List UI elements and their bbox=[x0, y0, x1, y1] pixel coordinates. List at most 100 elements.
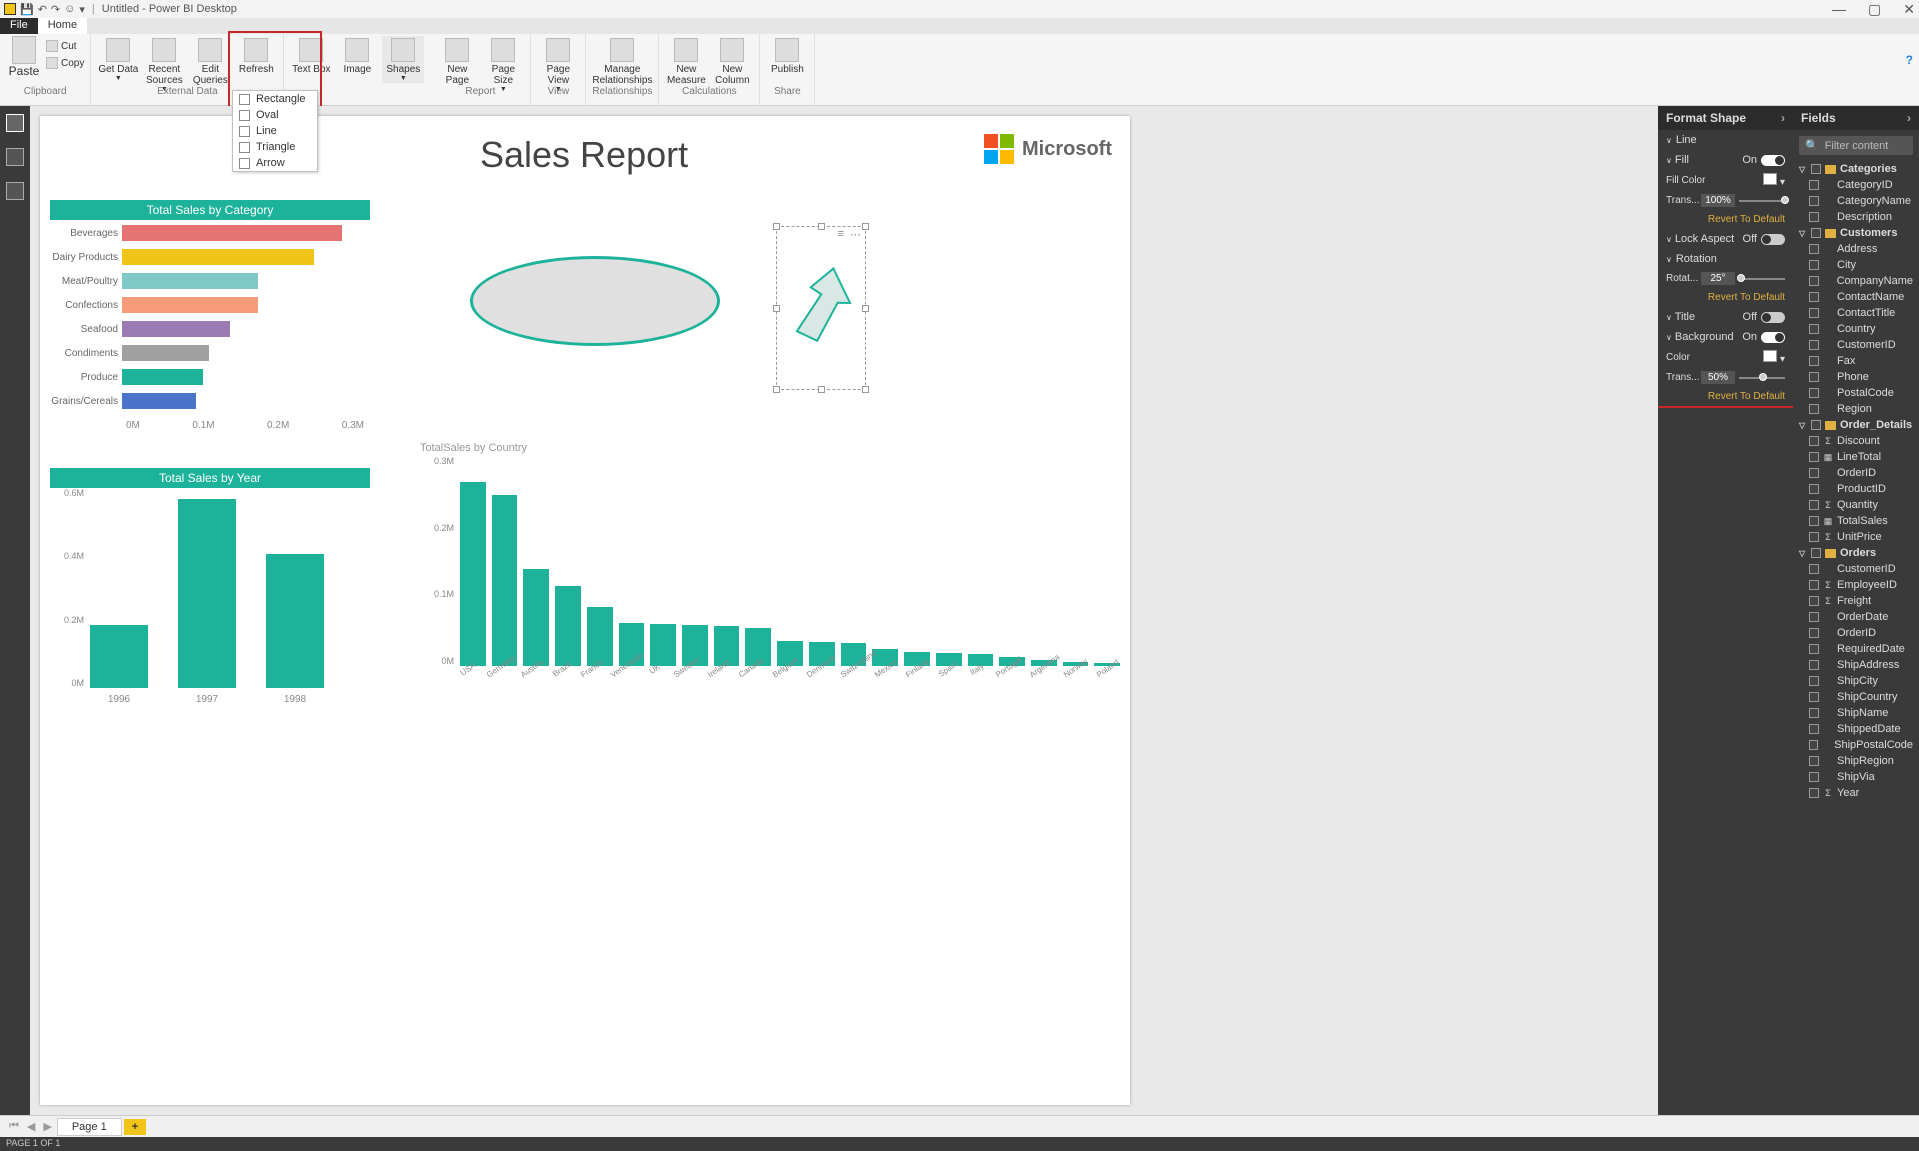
help-icon[interactable]: ? bbox=[1906, 53, 1913, 67]
field-customerid[interactable]: CustomerID bbox=[1793, 337, 1919, 353]
field-shipcountry[interactable]: ShipCountry bbox=[1793, 689, 1919, 705]
table-orders[interactable]: ▽Orders bbox=[1793, 545, 1919, 561]
new-measure-button[interactable]: New Measure bbox=[665, 36, 707, 86]
report-view-icon[interactable] bbox=[6, 114, 24, 132]
field-shipvia[interactable]: ShipVia bbox=[1793, 769, 1919, 785]
revert-fill[interactable]: Revert To Default bbox=[1658, 210, 1793, 229]
maximize-button[interactable]: ▢ bbox=[1868, 1, 1881, 18]
table-categories[interactable]: ▽Categories bbox=[1793, 161, 1919, 177]
manage-relationships-button[interactable]: Manage Relationships bbox=[593, 36, 651, 86]
get-data-button[interactable]: Get Data▼ bbox=[97, 36, 139, 83]
field-unitprice[interactable]: ΣUnitPrice bbox=[1793, 529, 1919, 545]
selected-arrow-shape[interactable]: ≡ ⋯ bbox=[776, 226, 866, 390]
bg-trans-input[interactable] bbox=[1701, 371, 1735, 384]
field-address[interactable]: Address bbox=[1793, 241, 1919, 257]
field-companyname[interactable]: CompanyName bbox=[1793, 273, 1919, 289]
shape-option-arrow[interactable]: Arrow bbox=[233, 155, 317, 171]
page-prev-icon[interactable]: ◀ bbox=[24, 1120, 38, 1133]
data-view-icon[interactable] bbox=[6, 148, 24, 166]
lock-aspect-section[interactable]: ∨ Lock AspectOff bbox=[1658, 229, 1793, 249]
shapes-button[interactable]: Shapes▼ bbox=[382, 36, 424, 83]
fields-header[interactable]: Fields› bbox=[1793, 106, 1919, 130]
qat-smiley-icon[interactable]: ☺ bbox=[64, 3, 75, 15]
field-phone[interactable]: Phone bbox=[1793, 369, 1919, 385]
new-page-button[interactable]: New Page bbox=[436, 36, 478, 86]
field-categoryid[interactable]: CategoryID bbox=[1793, 177, 1919, 193]
fill-color-swatch[interactable] bbox=[1763, 173, 1777, 185]
trans-input[interactable] bbox=[1701, 194, 1735, 207]
shape-option-triangle[interactable]: Triangle bbox=[233, 139, 317, 155]
minimize-button[interactable]: — bbox=[1832, 1, 1846, 18]
field-totalsales[interactable]: ▦TotalSales bbox=[1793, 513, 1919, 529]
field-orderdate[interactable]: OrderDate bbox=[1793, 609, 1919, 625]
add-page-button[interactable]: + bbox=[124, 1119, 146, 1135]
format-shape-header[interactable]: Format Shape› bbox=[1658, 106, 1793, 130]
rotation-section[interactable]: ∨Rotation bbox=[1658, 249, 1793, 269]
fill-section[interactable]: ∨ FillOn bbox=[1658, 150, 1793, 170]
field-postalcode[interactable]: PostalCode bbox=[1793, 385, 1919, 401]
paste-button[interactable]: Paste bbox=[6, 36, 42, 78]
chart-sales-by-year[interactable]: Total Sales by Year 0.6M0.4M0.2M0M 19961… bbox=[50, 468, 370, 705]
page-next-icon[interactable]: ▶ bbox=[40, 1120, 54, 1133]
chart-sales-by-category[interactable]: Total Sales by Category BeveragesDairy P… bbox=[50, 200, 370, 431]
field-categoryname[interactable]: CategoryName bbox=[1793, 193, 1919, 209]
background-section[interactable]: ∨ BackgroundOn bbox=[1658, 327, 1793, 347]
title-section[interactable]: ∨ TitleOff bbox=[1658, 307, 1793, 327]
field-fax[interactable]: Fax bbox=[1793, 353, 1919, 369]
qat-redo-icon[interactable]: ↷ bbox=[51, 3, 60, 16]
fields-search[interactable]: 🔍 Filter content bbox=[1799, 136, 1913, 155]
field-requireddate[interactable]: RequiredDate bbox=[1793, 641, 1919, 657]
model-view-icon[interactable] bbox=[6, 182, 24, 200]
field-shippeddate[interactable]: ShippedDate bbox=[1793, 721, 1919, 737]
field-shipaddress[interactable]: ShipAddress bbox=[1793, 657, 1919, 673]
drag-handle-icon[interactable]: ≡ bbox=[838, 228, 844, 240]
trans-slider[interactable] bbox=[1739, 200, 1785, 202]
oval-shape[interactable] bbox=[470, 256, 720, 346]
more-options-icon[interactable]: ⋯ bbox=[850, 228, 861, 240]
field-customerid[interactable]: CustomerID bbox=[1793, 561, 1919, 577]
field-productid[interactable]: ProductID bbox=[1793, 481, 1919, 497]
bg-trans-slider[interactable] bbox=[1739, 377, 1785, 379]
page-first-icon[interactable]: ⏮ bbox=[6, 1120, 22, 1133]
field-city[interactable]: City bbox=[1793, 257, 1919, 273]
new-column-button[interactable]: New Column bbox=[711, 36, 753, 86]
revert-bg[interactable]: Revert To Default bbox=[1658, 387, 1793, 406]
edit-queries-button[interactable]: Edit Queries bbox=[189, 36, 231, 86]
qat-save-icon[interactable]: 💾 bbox=[20, 3, 34, 16]
report-canvas[interactable]: Sales Report Microsoft Total Sales by Ca… bbox=[40, 116, 1130, 1105]
field-shipname[interactable]: ShipName bbox=[1793, 705, 1919, 721]
field-description[interactable]: Description bbox=[1793, 209, 1919, 225]
tab-home[interactable]: Home bbox=[38, 18, 87, 34]
field-contacttitle[interactable]: ContactTitle bbox=[1793, 305, 1919, 321]
field-shippostalcode[interactable]: ShipPostalCode bbox=[1793, 737, 1919, 753]
field-freight[interactable]: ΣFreight bbox=[1793, 593, 1919, 609]
fill-toggle[interactable] bbox=[1761, 155, 1785, 166]
field-region[interactable]: Region bbox=[1793, 401, 1919, 417]
shape-option-rectangle[interactable]: Rectangle bbox=[233, 91, 317, 107]
field-year[interactable]: ΣYear bbox=[1793, 785, 1919, 801]
image-button[interactable]: Image bbox=[336, 36, 378, 75]
field-linetotal[interactable]: ▦LineTotal bbox=[1793, 449, 1919, 465]
chart-sales-by-country[interactable]: TotalSales by Country 0.3M0.2M0.1M0M USA… bbox=[420, 440, 1120, 681]
title-toggle[interactable] bbox=[1761, 312, 1785, 323]
field-shipregion[interactable]: ShipRegion bbox=[1793, 753, 1919, 769]
field-contactname[interactable]: ContactName bbox=[1793, 289, 1919, 305]
field-country[interactable]: Country bbox=[1793, 321, 1919, 337]
revert-rotation[interactable]: Revert To Default bbox=[1658, 288, 1793, 307]
qat-undo-icon[interactable]: ↶ bbox=[38, 3, 47, 16]
tab-file[interactable]: File bbox=[0, 18, 38, 34]
rotation-input[interactable] bbox=[1701, 272, 1735, 285]
table-order_details[interactable]: ▽Order_Details bbox=[1793, 417, 1919, 433]
line-section[interactable]: ∨Line bbox=[1658, 130, 1793, 150]
copy-button[interactable]: Copy bbox=[46, 55, 84, 71]
bg-color-swatch[interactable] bbox=[1763, 350, 1777, 362]
field-orderid[interactable]: OrderID bbox=[1793, 625, 1919, 641]
field-quantity[interactable]: ΣQuantity bbox=[1793, 497, 1919, 513]
shape-option-oval[interactable]: Oval bbox=[233, 107, 317, 123]
close-button[interactable]: ✕ bbox=[1903, 1, 1915, 18]
field-discount[interactable]: ΣDiscount bbox=[1793, 433, 1919, 449]
field-orderid[interactable]: OrderID bbox=[1793, 465, 1919, 481]
field-employeeid[interactable]: ΣEmployeeID bbox=[1793, 577, 1919, 593]
lock-toggle[interactable] bbox=[1761, 234, 1785, 245]
table-customers[interactable]: ▽Customers bbox=[1793, 225, 1919, 241]
